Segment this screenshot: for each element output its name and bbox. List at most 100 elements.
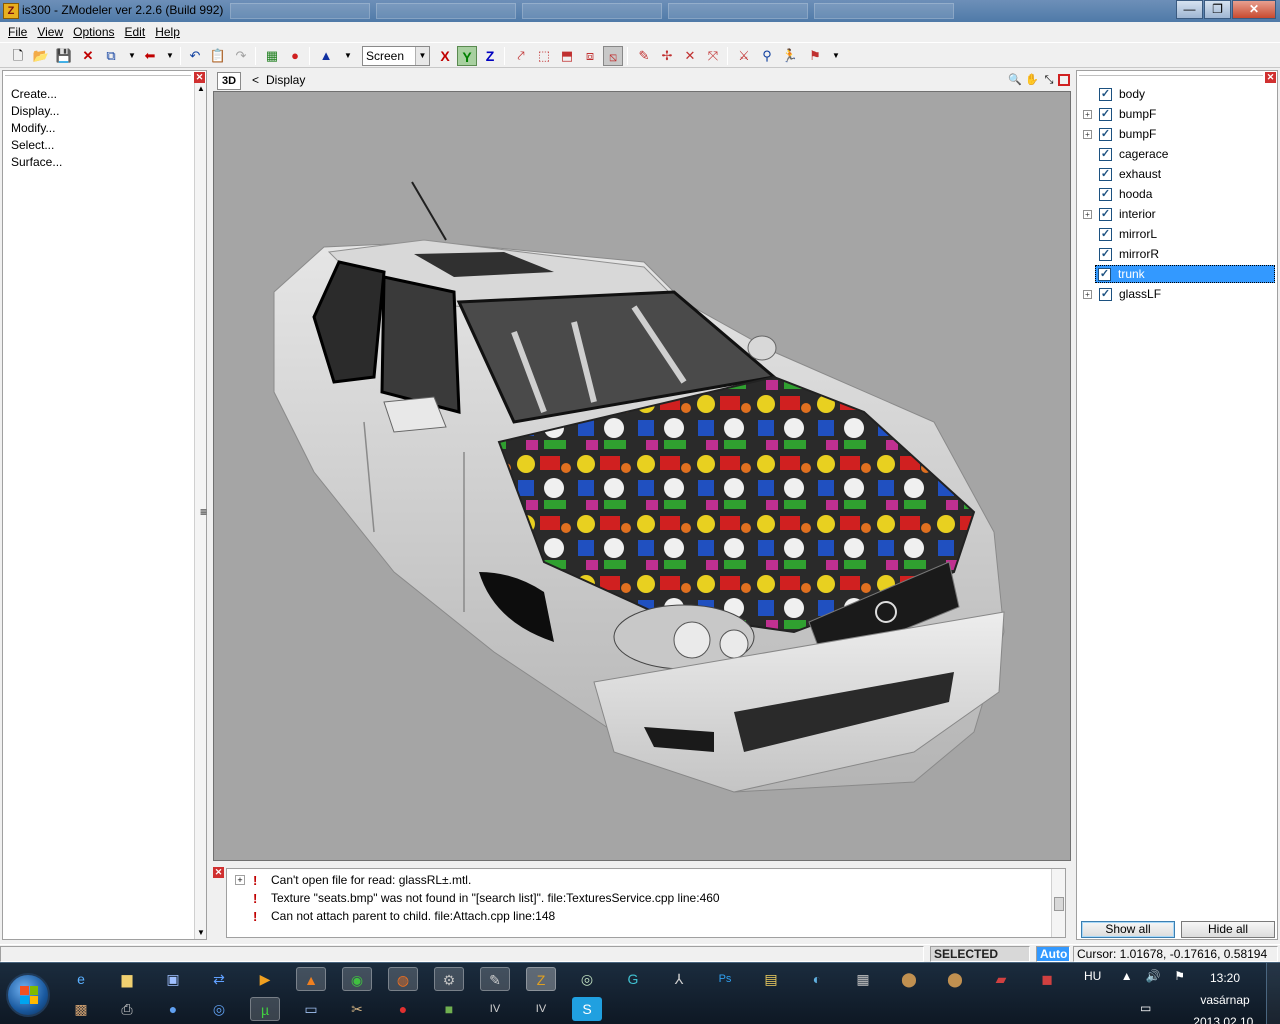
select-object-icon[interactable]: ⬒ [557,46,577,66]
select-mode-active-icon[interactable]: ⧅ [603,46,623,66]
pen-tool-icon[interactable]: ✎ [480,967,510,991]
record-app-icon[interactable]: ● [388,997,418,1021]
pivot-icon[interactable]: ⚲ [757,46,777,66]
ring-icon[interactable]: ◎ [204,997,234,1021]
internet-explorer-icon[interactable]: e [66,967,96,991]
maximize-button[interactable]: ❐ [1204,0,1231,19]
volume-icon[interactable]: 🔊 [1146,969,1161,983]
viewport-mode-tag[interactable]: 3D [217,72,241,90]
start-button[interactable] [6,973,50,1017]
game-icon[interactable]: ⬤ [940,967,970,991]
g-app-icon[interactable]: G [618,967,648,991]
scroll-up-icon[interactable]: ▲ [195,83,207,95]
vlc-icon[interactable]: ▲ [296,967,326,991]
axis-z-toggle[interactable]: Z [480,46,500,66]
save-file-icon[interactable]: 💾 [54,46,74,66]
select-box-icon[interactable]: ⧈ [580,46,600,66]
expand-plus-icon[interactable]: + [1083,209,1092,219]
object-row-exhaust[interactable]: ✓ exhaust [1081,165,1275,183]
visibility-checkbox[interactable]: ✓ [1099,127,1112,141]
zmodeler-app-icon[interactable]: Z [3,3,19,19]
object-row-body[interactable]: ✓ body [1081,85,1275,103]
splitter-grip-icon[interactable]: ≡ [200,505,207,519]
image-viewer-icon[interactable]: ▤ [756,967,786,991]
auto-indicator[interactable]: Auto [1036,946,1070,962]
visibility-checkbox[interactable]: ✓ [1099,227,1112,241]
close-log-icon[interactable]: ✕ [213,867,224,878]
menu-help[interactable]: Help [151,22,186,42]
maximize-viewport-icon[interactable] [1058,74,1070,86]
iv-app-icon[interactable]: IV [480,997,510,1021]
clock[interactable]: 13:20 vasárnap 2013.02.10. [1190,967,1260,1024]
show-desktop-button[interactable] [1266,963,1280,1024]
object-row-glassLF[interactable]: + ✓ glassLF [1081,285,1275,303]
scroll-down-icon[interactable]: ▼ [195,927,207,939]
visibility-checkbox[interactable]: ✓ [1099,247,1112,261]
game-icon[interactable]: ⬤ [894,967,924,991]
visibility-checkbox[interactable]: ✓ [1099,207,1112,221]
firefox-icon[interactable]: ◍ [388,967,418,991]
chrome-icon[interactable]: ◉ [342,967,372,991]
tool-icon[interactable]: ✂ [342,997,372,1021]
scale-icon[interactable]: ⤧ [703,46,723,66]
command-surface[interactable]: Surface... [11,155,62,172]
monitor-icon[interactable]: ▭ [296,997,326,1021]
log-scrollbar[interactable] [1051,869,1065,937]
material-icon[interactable]: ⚑ [805,46,825,66]
close-button[interactable]: ✕ [1232,0,1276,19]
close-file-icon[interactable]: ✕ [78,46,98,66]
log-entry[interactable]: ! Texture "seats.bmp" was not found in "… [235,889,720,907]
object-row-mirrorR[interactable]: ✓ mirrorR [1081,245,1275,263]
new-file-icon[interactable]: 🗋 [8,46,28,66]
minimize-button[interactable]: — [1176,0,1203,19]
rotate-icon[interactable]: ✕ [680,46,700,66]
command-display[interactable]: Display... [11,104,62,121]
terminal-icon[interactable]: ▦ [848,967,878,991]
visibility-checkbox[interactable]: ✓ [1099,87,1112,101]
hierarchy-icon[interactable]: ⚔ [734,46,754,66]
steam-icon[interactable]: ⚙ [434,967,464,991]
racing-game-icon[interactable]: ◼ [1032,967,1062,991]
action-center-flag-icon[interactable]: ⚑ [1174,969,1185,983]
texture-icon[interactable]: ▦ [262,46,282,66]
export-icon[interactable]: ⬅ [140,46,160,66]
expand-plus-icon[interactable]: + [1083,289,1092,299]
printer-icon[interactable]: ⎙ [112,997,142,1021]
object-row-cagerace[interactable]: ✓ cagerace [1081,145,1275,163]
zmodeler-taskbar-icon[interactable]: Z [526,967,556,991]
visibility-checkbox[interactable]: ✓ [1099,167,1112,181]
menu-file[interactable]: File [4,22,33,42]
clipboard-icon[interactable]: 📋 [208,46,228,66]
figure-icon[interactable]: 🏃 [780,46,800,66]
select-vertex-icon[interactable]: ⤤ [511,46,531,66]
object-row-trunk-selected[interactable]: ✓ trunk [1095,265,1275,283]
close-panel-icon[interactable]: ✕ [1265,72,1276,83]
material-dropdown-icon[interactable]: ▼ [826,46,846,66]
open-file-icon[interactable]: 📂 [31,46,51,66]
view-mode-select[interactable]: Screen ▼ [362,46,430,66]
zoom-icon[interactable]: 🔍 [1007,72,1023,88]
expand-plus-icon[interactable]: + [235,875,245,885]
photoshop-icon[interactable]: Ps [710,967,740,991]
game-icon[interactable]: ▩ [66,997,96,1021]
command-modify[interactable]: Modify... [11,121,62,138]
sphere-icon[interactable]: ● [158,997,188,1021]
axis-y-toggle[interactable]: Y [457,46,477,66]
visibility-checkbox[interactable]: ✓ [1099,147,1112,161]
undo-icon[interactable]: ↶ [185,46,205,66]
show-all-button[interactable]: Show all [1081,921,1175,938]
media-player-icon[interactable]: ▶ [250,967,280,991]
command-select[interactable]: Select... [11,138,62,155]
export-dropdown-icon[interactable]: ▼ [160,46,180,66]
light-dropdown-icon[interactable]: ▼ [338,46,358,66]
language-indicator[interactable]: HU [1084,969,1101,983]
menu-view[interactable]: View [33,22,69,42]
object-row-bumpF[interactable]: + ✓ bumpF [1081,105,1275,123]
object-row-hooda[interactable]: ✓ hooda [1081,185,1275,203]
redo-icon[interactable]: ↷ [231,46,251,66]
import-dropdown-icon[interactable]: ▼ [122,46,142,66]
visibility-checkbox[interactable]: ✓ [1099,287,1112,301]
pan-hand-icon[interactable]: ✋ [1024,72,1040,88]
globe-icon[interactable]: ◐ [802,967,832,991]
tray-expand-icon[interactable]: ▲ [1121,969,1133,983]
